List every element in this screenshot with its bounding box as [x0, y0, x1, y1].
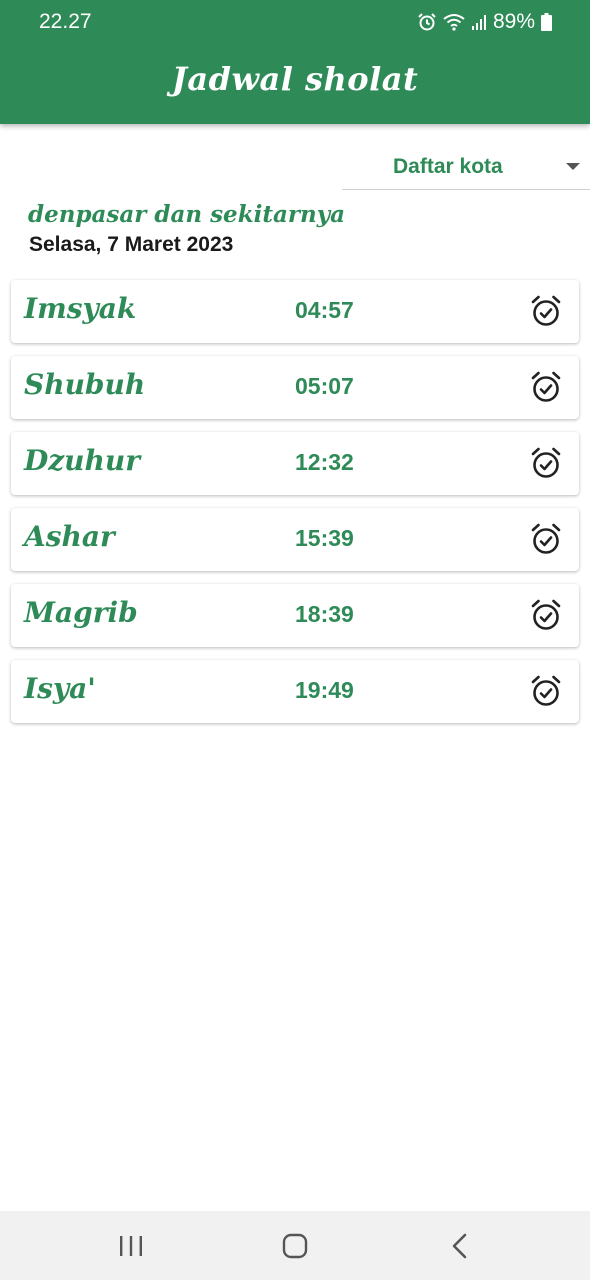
back-icon[interactable] — [446, 1233, 476, 1259]
date-label: Selasa, 7 Maret 2023 — [29, 233, 234, 256]
prayer-time: 05:07 — [295, 373, 354, 399]
prayer-name: Ashar — [24, 520, 115, 553]
wifi-icon — [443, 13, 465, 31]
prayer-time: 04:57 — [295, 297, 354, 323]
prayer-card-dzuhur: Dzuhur 12:32 — [11, 432, 579, 495]
dropdown-arrow-icon — [566, 163, 580, 170]
system-nav-bar — [0, 1211, 590, 1280]
status-time: 22.27 — [39, 10, 92, 33]
prayer-name: Shubuh — [24, 368, 146, 401]
prayer-card-shubuh: Shubuh 05:07 — [11, 356, 579, 419]
recents-icon[interactable] — [116, 1233, 146, 1259]
city-dropdown-label: Daftar kota — [393, 155, 503, 178]
location-label: denpasar dan sekitarnya — [28, 201, 346, 228]
app-title: Jadwal sholat — [171, 60, 419, 98]
city-dropdown[interactable]: Daftar kota — [342, 146, 590, 190]
prayer-name: Magrib — [24, 596, 138, 629]
alarm-check-icon[interactable] — [530, 370, 562, 404]
alarm-check-icon[interactable] — [530, 674, 562, 708]
prayer-card-magrib: Magrib 18:39 — [11, 584, 579, 647]
prayer-time: 18:39 — [295, 601, 354, 627]
alarm-check-icon[interactable] — [530, 522, 562, 556]
prayer-card-imsyak: Imsyak 04:57 — [11, 280, 579, 343]
prayer-card-isya: Isya' 19:49 — [11, 660, 579, 723]
battery-icon — [541, 13, 552, 31]
home-icon[interactable] — [280, 1233, 310, 1259]
prayer-time: 12:32 — [295, 449, 354, 475]
alarm-check-icon[interactable] — [530, 598, 562, 632]
prayer-time: 19:49 — [295, 677, 354, 703]
battery-level: 89% — [492, 10, 535, 33]
prayer-time: 15:39 — [295, 525, 354, 551]
app-bar: 22.27 89% Jadwal sholat — [0, 0, 590, 124]
alarm-check-icon[interactable] — [530, 446, 562, 480]
status-bar: 22.27 89% — [0, 0, 590, 44]
prayer-name: Imsyak — [24, 292, 137, 325]
prayer-name: Dzuhur — [24, 444, 141, 477]
alarm-icon — [417, 12, 437, 32]
prayer-card-ashar: Ashar 15:39 — [11, 508, 579, 571]
signal-icon — [471, 13, 487, 31]
alarm-check-icon[interactable] — [530, 294, 562, 328]
status-icons: 89% — [417, 10, 552, 34]
prayer-name: Isya' — [24, 672, 96, 705]
prayer-list: Imsyak 04:57 Shubuh 05:07 Dzuhur 12:32 A… — [11, 280, 579, 736]
